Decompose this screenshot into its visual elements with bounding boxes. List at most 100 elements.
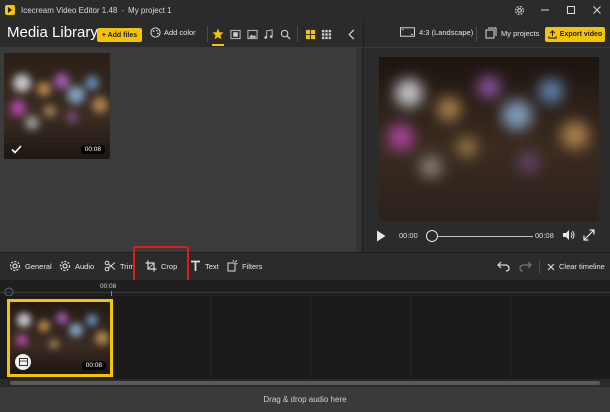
clear-timeline-button[interactable]: Clear timeline: [547, 262, 605, 271]
seek-handle[interactable]: [426, 230, 438, 242]
timeline-ruler[interactable]: 00:08: [0, 280, 610, 297]
toolbar-divider: [476, 26, 477, 42]
total-time: 00:08: [535, 231, 554, 240]
audio-drop-zone[interactable]: Drag & drop audio here: [0, 387, 610, 412]
active-filter-underline: [212, 44, 224, 46]
media-library-panel: 00:08: [0, 48, 362, 252]
clip-duration-badge: 00:08: [81, 361, 106, 370]
fullscreen-icon: [583, 229, 595, 241]
maximize-button[interactable]: [558, 0, 584, 20]
gear-icon: [9, 260, 21, 272]
filters-icon: [227, 260, 238, 272]
toolbar-divider: [207, 26, 208, 42]
undo-icon: [497, 261, 510, 272]
duration-badge: 00:08: [80, 145, 105, 154]
project-name: My project 1: [128, 5, 172, 15]
filter-favorites-button[interactable]: [212, 27, 224, 41]
audio-tool-button[interactable]: Audio: [59, 260, 94, 272]
text-tool-label: Text: [205, 261, 219, 271]
trim-tool-button[interactable]: Trim: [104, 260, 135, 272]
ruler-time-label: 00:08: [100, 283, 117, 290]
video-preview[interactable]: [379, 57, 599, 221]
track-gridline: [510, 296, 511, 380]
clear-icon: [547, 263, 555, 270]
volume-icon: [563, 230, 575, 240]
title-separator: -: [121, 5, 125, 15]
add-color-label: Add color: [164, 28, 196, 37]
general-tool-label: General: [25, 261, 52, 271]
projects-icon: [485, 27, 497, 39]
edit-toolbar: General Audio Trim Crop Text Filters Cle…: [0, 252, 610, 280]
filter-image-button[interactable]: [246, 27, 258, 41]
track-gridline: [310, 296, 311, 380]
grid-large-icon: [305, 29, 315, 39]
track-gridline: [410, 296, 411, 380]
ruler-line: [0, 292, 610, 293]
music-icon: [263, 28, 273, 39]
fullscreen-button[interactable]: [583, 229, 595, 241]
media-library-title: Media Library: [7, 24, 98, 41]
aspect-ratio-label: 4:3 (Landscape): [419, 27, 474, 37]
close-button[interactable]: [584, 0, 610, 20]
small-grid-view-button[interactable]: [320, 27, 332, 41]
text-tool-button[interactable]: Text: [190, 260, 219, 272]
aspect-ratio-selector[interactable]: 4:3 (Landscape): [400, 27, 473, 37]
play-icon: [377, 230, 386, 242]
filter-audio-button[interactable]: [262, 27, 274, 41]
scissors-icon: [104, 260, 116, 272]
redo-button[interactable]: [519, 261, 532, 272]
my-projects-label: My projects: [501, 28, 540, 38]
title-bar: Icecream Video Editor 1.48 - My project …: [0, 0, 610, 20]
preview-panel: 00:00 00:08: [362, 48, 610, 252]
filters-tool-label: Filters: [242, 261, 263, 271]
add-color-button[interactable]: Add color: [150, 27, 196, 38]
timeline-scrollbar-thumb[interactable]: [10, 381, 600, 385]
app-icon: [5, 5, 15, 15]
volume-button[interactable]: [562, 229, 576, 241]
close-icon: [593, 6, 601, 14]
media-item[interactable]: 00:08: [4, 53, 110, 159]
image-icon: [246, 29, 258, 39]
general-tool-button[interactable]: General: [9, 260, 52, 272]
my-projects-button[interactable]: My projects: [485, 27, 539, 39]
selected-check: [11, 145, 22, 154]
text-icon: [191, 260, 200, 271]
toolbar-divider: [297, 26, 298, 42]
timeline-clip[interactable]: 00:08: [7, 299, 113, 377]
app-name: Icecream Video Editor 1.48: [21, 5, 118, 15]
search-icon: [280, 29, 291, 40]
filters-tool-button[interactable]: Filters: [227, 260, 262, 272]
play-button[interactable]: [376, 230, 386, 242]
filter-video-button[interactable]: [229, 27, 241, 41]
timeline-scrollbar[interactable]: [0, 379, 610, 387]
check-icon: [11, 145, 22, 154]
maximize-icon: [567, 6, 575, 14]
seek-bar[interactable]: [431, 236, 533, 237]
export-video-label: Export video: [559, 31, 603, 38]
aspect-ratio-icon: [400, 27, 415, 37]
bokeh-thumbnail: [4, 53, 110, 159]
chevron-left-icon: [347, 28, 354, 40]
audio-tool-label: Audio: [75, 261, 95, 271]
clip-type-badge: [15, 354, 31, 370]
export-video-button[interactable]: Export video: [545, 27, 605, 42]
collapse-library-button[interactable]: [345, 27, 357, 41]
film-icon: [229, 29, 241, 39]
main-toolbar: Media Library + Add files Add color 4:3 …: [0, 20, 610, 48]
add-files-button[interactable]: + Add files: [97, 28, 142, 42]
minimize-button[interactable]: [532, 0, 558, 20]
film-icon: [18, 358, 28, 366]
search-button[interactable]: [279, 27, 291, 41]
toolbar-divider: [539, 260, 540, 274]
gear-icon: [514, 5, 524, 15]
settings-button[interactable]: [506, 0, 532, 20]
large-grid-view-button[interactable]: [304, 27, 316, 41]
minimize-icon: [541, 9, 549, 11]
undo-button[interactable]: [497, 261, 510, 272]
clear-timeline-label: Clear timeline: [559, 262, 605, 271]
video-track[interactable]: 00:08: [0, 296, 610, 380]
palette-icon: [150, 27, 161, 38]
panel-divider: [363, 20, 364, 48]
bokeh-preview-image: [379, 57, 599, 221]
upload-icon: [548, 30, 557, 39]
